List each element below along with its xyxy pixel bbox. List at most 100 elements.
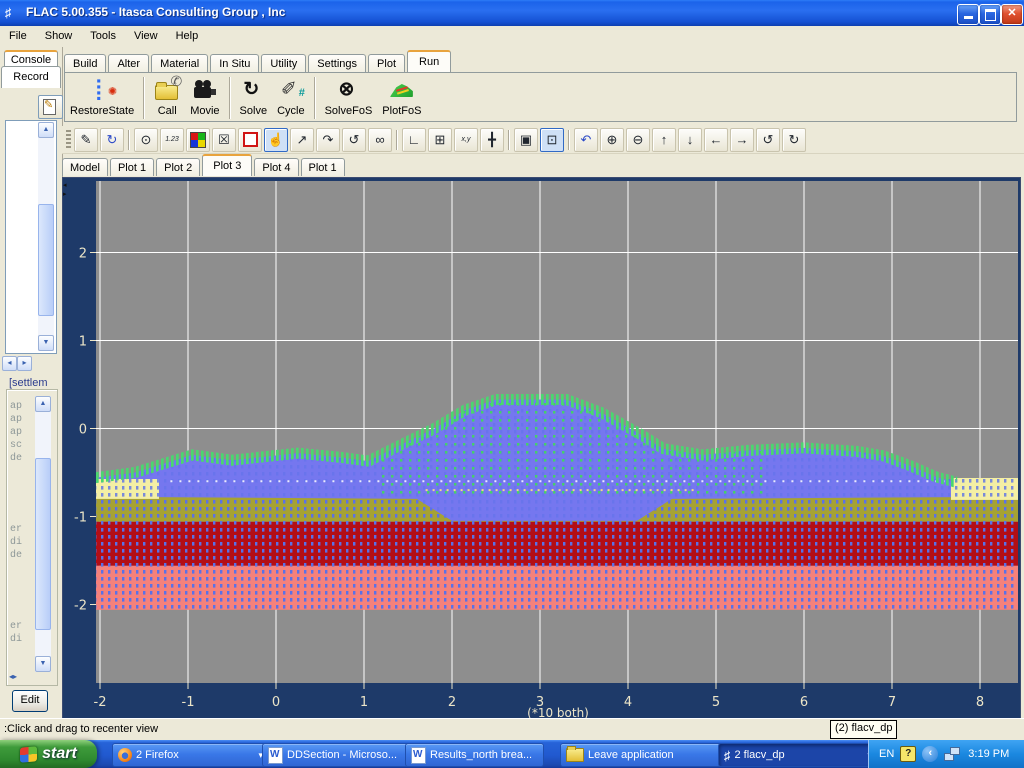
- settle-scrollbar[interactable]: ▲ ▼: [35, 396, 51, 672]
- taskbar-button-flac[interactable]: ♯2 flacv_dp▾: [718, 743, 878, 767]
- resize-view-button[interactable]: ↗: [290, 128, 314, 152]
- toolbar-grip[interactable]: [66, 130, 71, 150]
- scroll-thumb[interactable]: [38, 204, 54, 316]
- rotate-button[interactable]: ↷: [316, 128, 340, 152]
- rotate-ccw-button[interactable]: ↺: [756, 128, 780, 152]
- show-grid-button[interactable]: ⊞: [428, 128, 452, 152]
- link-views-button[interactable]: ∞: [368, 128, 392, 152]
- hide-icons-chevron[interactable]: ‹: [922, 746, 938, 762]
- inspect-button[interactable]: ⊙: [134, 128, 158, 152]
- menu-tools[interactable]: Tools: [81, 26, 125, 42]
- close-button[interactable]: ✕: [1001, 4, 1023, 25]
- call-button[interactable]: ✆Call: [149, 76, 185, 118]
- tab-material[interactable]: Material: [151, 54, 208, 72]
- pan-right-button[interactable]: →: [730, 128, 754, 152]
- settle-item[interactable]: ap: [10, 413, 32, 426]
- align-button[interactable]: ╋: [480, 128, 504, 152]
- scroll-right-icon[interactable]: ▸: [17, 356, 32, 371]
- record-list[interactable]: ▲ ▼: [5, 120, 57, 354]
- plot-area[interactable]: -2-1012345678-2-1012(*10 both): [62, 177, 1021, 719]
- plot-tab-model-0[interactable]: Model: [62, 158, 108, 176]
- menu-file[interactable]: File: [0, 26, 36, 42]
- tab-alter[interactable]: Alter: [108, 54, 149, 72]
- movie-button[interactable]: Movie: [185, 76, 224, 118]
- settle-item[interactable]: ap: [10, 400, 32, 413]
- title-bar[interactable]: ♯ FLAC 5.00.355 - Itasca Consulting Grou…: [0, 0, 1024, 26]
- scroll-up-icon[interactable]: ▲: [35, 396, 51, 412]
- taskbar-button-word[interactable]: DDSection - Microso...: [262, 743, 411, 767]
- zoom-window-button[interactable]: ⊡: [540, 128, 564, 152]
- pan-up-button[interactable]: ↑: [652, 128, 676, 152]
- fit-view-button[interactable]: ▣: [514, 128, 538, 152]
- plot-tab-plot-4-4[interactable]: Plot 4: [254, 158, 298, 176]
- menu-show[interactable]: Show: [36, 26, 82, 42]
- plotfos-button[interactable]: PlotFoS: [377, 76, 426, 118]
- tab-in-situ[interactable]: In Situ: [210, 54, 259, 72]
- taskbar-button-firefox[interactable]: 2 Firefox▾: [112, 743, 269, 767]
- menu-help[interactable]: Help: [167, 26, 208, 42]
- show-axes-button[interactable]: ∟: [402, 128, 426, 152]
- zoom-in-button[interactable]: ⊕: [600, 128, 624, 152]
- taskbar-button-word[interactable]: Results_north brea...: [405, 743, 544, 767]
- record-scrollbar[interactable]: ▲ ▼: [38, 122, 54, 351]
- menu-view[interactable]: View: [125, 26, 167, 42]
- tab-utility[interactable]: Utility: [261, 54, 306, 72]
- scroll-down-icon[interactable]: ▼: [35, 656, 51, 672]
- plot-tab-plot-3-3[interactable]: Plot 3: [202, 154, 252, 176]
- scroll-up-icon[interactable]: ▲: [38, 122, 54, 138]
- pan-hand-button[interactable]: ☝: [264, 128, 288, 152]
- scroll-left-icon[interactable]: ◂: [2, 356, 17, 371]
- scroll-thumb[interactable]: [35, 458, 51, 630]
- language-indicator[interactable]: EN: [879, 748, 894, 760]
- new-record-button[interactable]: [38, 95, 63, 119]
- minimize-button[interactable]: [957, 4, 979, 25]
- settle-item[interactable]: di: [10, 633, 32, 646]
- undo-view-button[interactable]: ↶: [574, 128, 598, 152]
- start-button[interactable]: start: [0, 740, 97, 768]
- scroll-down-icon[interactable]: ▼: [38, 335, 54, 351]
- settle-item[interactable]: er: [10, 620, 32, 633]
- rotate-free-button[interactable]: ↺: [342, 128, 366, 152]
- settle-item[interactable]: er: [10, 523, 32, 536]
- settle-item[interactable]: di: [10, 536, 32, 549]
- restorestate-button[interactable]: ⡇✺RestoreState: [65, 76, 139, 118]
- settle-hscroll[interactable]: ◂▸: [9, 672, 17, 681]
- taskbar-button-folder[interactable]: Leave application: [560, 743, 724, 767]
- solve-button[interactable]: ↻Solve: [235, 76, 273, 118]
- pan-down-button[interactable]: ↓: [678, 128, 702, 152]
- solvefos-button[interactable]: ⊗SolveFoS: [320, 76, 378, 118]
- plot-tab-plot-1-1[interactable]: Plot 1: [110, 158, 154, 176]
- settle-list[interactable]: apapapscdeerdideerdi: [10, 400, 32, 670]
- tab-settings[interactable]: Settings: [308, 54, 366, 72]
- plot-splitter[interactable]: ◂▸: [63, 181, 71, 199]
- zoom-out-button[interactable]: ⊖: [626, 128, 650, 152]
- zoom-box-button[interactable]: [238, 128, 262, 152]
- tab-build[interactable]: Build: [64, 54, 106, 72]
- new-view-button[interactable]: ✎: [74, 128, 98, 152]
- plot-tabs: ModelPlot 1Plot 2Plot 3Plot 4Plot 1: [62, 154, 1022, 177]
- edit-button[interactable]: Edit: [12, 690, 48, 712]
- numbers-button[interactable]: 1.23: [160, 128, 184, 152]
- color-scheme-button[interactable]: [186, 128, 210, 152]
- show-coords-button[interactable]: x,y: [454, 128, 478, 152]
- plot-tab-plot-1-5[interactable]: Plot 1: [301, 158, 345, 176]
- redraw-button[interactable]: ↻: [100, 128, 124, 152]
- pan-left-button[interactable]: ←: [704, 128, 728, 152]
- network-icon[interactable]: [944, 747, 960, 761]
- plot-tab-plot-2-2[interactable]: Plot 2: [156, 158, 200, 176]
- tab-record[interactable]: Record: [1, 66, 61, 88]
- settle-item[interactable]: sc: [10, 439, 32, 452]
- settle-item[interactable]: ap: [10, 426, 32, 439]
- restore-button[interactable]: [979, 4, 1001, 25]
- close-view-button[interactable]: ☒: [212, 128, 236, 152]
- help-tray-icon[interactable]: ?: [900, 746, 916, 762]
- settle-item[interactable]: de: [10, 452, 32, 465]
- new-page-icon: [43, 99, 56, 115]
- link-views-icon: ∞: [375, 132, 384, 147]
- cycle-button[interactable]: ✐#Cycle: [272, 76, 310, 118]
- tab-run[interactable]: Run: [407, 50, 451, 72]
- rotate-cw-button[interactable]: ↻: [782, 128, 806, 152]
- tab-plot[interactable]: Plot: [368, 54, 405, 72]
- settle-item[interactable]: de: [10, 549, 32, 562]
- record-hscroll[interactable]: ◂▸: [2, 356, 32, 371]
